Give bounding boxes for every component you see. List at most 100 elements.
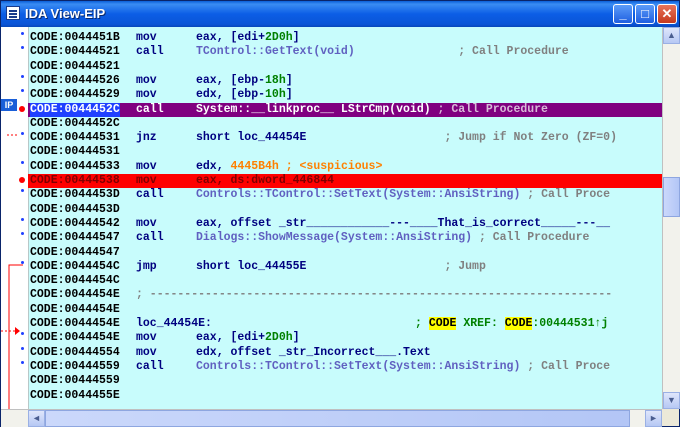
operand-token: TControl::GetText(void) bbox=[196, 45, 355, 59]
code-line[interactable]: CODE:0044454C bbox=[28, 274, 662, 288]
maximize-button[interactable]: □ bbox=[635, 4, 655, 24]
operand-token: short loc_44454E bbox=[196, 131, 307, 145]
operand-token: edx, [ebp- bbox=[196, 88, 266, 102]
code-line[interactable]: CODE:00444531 jnz short loc_44454E ; Jump … bbox=[28, 131, 662, 145]
address: CODE:0044453D bbox=[30, 202, 120, 216]
address: CODE:0044455E bbox=[30, 388, 120, 402]
operand-token: CODE bbox=[504, 317, 533, 330]
code-line[interactable]: CODE:00444554 mov edx, offset _str_Incorre… bbox=[28, 346, 662, 360]
operand-token: edx, offset _str_Incorrect___.Text bbox=[196, 345, 431, 359]
operands: System::__linkproc__ LStrCmp(void) ; Cal… bbox=[196, 103, 548, 117]
operand-token: eax, [edi+ bbox=[196, 331, 266, 345]
operand-token: ; <suspicious> bbox=[278, 159, 383, 173]
address: CODE:0044454E bbox=[30, 331, 120, 345]
instruction-dot-icon[interactable] bbox=[21, 217, 24, 221]
horizontal-scrollbar[interactable]: ◄ ► bbox=[1, 409, 662, 427]
operands: short loc_44454E ; Jump if Not Zero (ZF=… bbox=[196, 131, 617, 145]
operands: eax, [edi+2D0h] bbox=[196, 331, 300, 345]
title-bar[interactable]: IDA View-EIP _ □ ✕ bbox=[1, 1, 679, 27]
mnemonic: mov bbox=[136, 31, 157, 44]
mnemonic: mov bbox=[136, 345, 157, 359]
code-line[interactable]: CODE:0044455E bbox=[28, 389, 662, 403]
disassembly-view[interactable]: IP CODE:0044451B mov eax, [edi+2D0h] CODE:0… bbox=[1, 27, 662, 409]
address: CODE:0044454E bbox=[30, 317, 120, 330]
mnemonic: mov bbox=[136, 159, 157, 173]
breakpoint-dot-icon[interactable] bbox=[19, 177, 25, 183]
code-line[interactable]: CODE:00444521 call TControl::GetText(void)… bbox=[28, 45, 662, 59]
operands: eax, offset _str____________---____That_… bbox=[196, 217, 610, 231]
operand-token: ] bbox=[285, 88, 293, 102]
vertical-scrollbar[interactable]: ▲ ▼ bbox=[662, 27, 680, 409]
operand-token: ; bbox=[208, 317, 429, 330]
horizontal-scroll-thumb[interactable] bbox=[45, 410, 630, 427]
operands: Controls::TControl::SetText(System::Ansi… bbox=[196, 188, 610, 202]
code-line[interactable]: CODE:0044453D call Controls::TControl::Set… bbox=[28, 188, 662, 202]
code-line[interactable]: CODE:0044454E ; -------------------------… bbox=[28, 288, 662, 302]
operand-token: short loc_44455E bbox=[196, 259, 307, 273]
address: CODE:0044451B bbox=[30, 31, 120, 44]
address: CODE:00444531 bbox=[30, 145, 120, 159]
code-line[interactable]: CODE:00444533 mov edx, 4445B4h ; <suspicio… bbox=[28, 160, 662, 174]
code-line[interactable]: CODE:00444559 call Controls::TControl::Set… bbox=[28, 360, 662, 374]
code-line[interactable]: CODE:00444538 mov eax, ds:dword_446844 bbox=[28, 174, 662, 188]
mnemonic: mov bbox=[136, 88, 157, 102]
operand-token: XREF: bbox=[456, 317, 505, 330]
instruction-dot-icon[interactable] bbox=[21, 32, 24, 35]
operands: Dialogs::ShowMessage(System::AnsiString)… bbox=[196, 231, 589, 245]
operands: ; CODE XREF: CODE:00444531↑j bbox=[208, 317, 608, 331]
gutter: IP bbox=[1, 27, 29, 409]
code-line[interactable]: CODE:00444547 call Dialogs::ShowMessage(Sy… bbox=[28, 231, 662, 245]
operand-token: ; Jump if Not Zero (ZF=0) bbox=[306, 131, 617, 145]
scroll-right-icon[interactable]: ► bbox=[645, 410, 662, 427]
mnemonic: mov bbox=[136, 174, 157, 187]
operand-token: ; Call Proce bbox=[520, 188, 611, 202]
address: CODE:00444533 bbox=[30, 159, 120, 173]
mnemonic: call bbox=[136, 45, 164, 59]
operands: short loc_44455E ; Jump bbox=[196, 260, 486, 274]
code-label[interactable]: loc_44454E: bbox=[136, 317, 212, 331]
scroll-up-icon[interactable]: ▲ bbox=[663, 27, 680, 44]
instruction-dot-icon[interactable] bbox=[21, 74, 24, 78]
close-button[interactable]: ✕ bbox=[657, 4, 677, 24]
instruction-dot-icon[interactable] bbox=[21, 360, 24, 364]
code-line[interactable]: CODE:0044451B mov eax, [edi+2D0h] bbox=[28, 31, 662, 45]
scroll-left-icon[interactable]: ◄ bbox=[28, 410, 45, 427]
instruction-dot-icon[interactable] bbox=[21, 160, 24, 164]
vertical-scroll-thumb[interactable] bbox=[663, 177, 680, 217]
instruction-dot-icon[interactable] bbox=[21, 260, 24, 264]
operands: edx, 4445B4h ; <suspicious> bbox=[196, 160, 382, 174]
code-line[interactable]: CODE:00444559 bbox=[28, 374, 662, 388]
code-line[interactable]: CODE:0044454E mov eax, [edi+2D0h] bbox=[28, 331, 662, 345]
minimize-button[interactable]: _ bbox=[613, 4, 633, 24]
code-line[interactable]: CODE:00444521 bbox=[28, 60, 662, 74]
code-line[interactable]: CODE:00444542 mov eax, offset _str________… bbox=[28, 217, 662, 231]
address: CODE:00444526 bbox=[30, 73, 120, 87]
code-line[interactable]: CODE:0044454E bbox=[28, 303, 662, 317]
operands: edx, offset _str_Incorrect___.Text bbox=[196, 346, 431, 360]
operand-token: ; Jump bbox=[306, 259, 486, 273]
code-line[interactable]: CODE:0044452C call System::__linkproc__ LS… bbox=[28, 102, 662, 117]
operand-token: 2D0h bbox=[265, 31, 293, 44]
code-line[interactable]: CODE:0044452C bbox=[28, 117, 662, 131]
code-line[interactable]: CODE:00444529 mov edx, [ebp-10h] bbox=[28, 88, 662, 102]
code-line[interactable]: CODE:0044454E loc_44454E: ; CODE XREF: CO… bbox=[28, 317, 662, 331]
code-line[interactable]: CODE:0044453D bbox=[28, 203, 662, 217]
address: CODE:00444529 bbox=[30, 88, 120, 102]
code-line[interactable]: CODE:00444547 bbox=[28, 246, 662, 260]
operands: ; --------------------------------------… bbox=[136, 288, 612, 302]
instruction-dot-icon[interactable] bbox=[21, 346, 24, 350]
code-line[interactable]: CODE:00444526 mov eax, [ebp-18h] bbox=[28, 74, 662, 88]
address: CODE:0044454E bbox=[30, 288, 120, 302]
address: CODE:00444531 bbox=[30, 131, 120, 145]
operand-token: ] bbox=[292, 31, 300, 44]
scroll-down-icon[interactable]: ▼ bbox=[663, 392, 680, 409]
code-line[interactable]: CODE:0044454C jmp short loc_44455E ; Jump bbox=[28, 260, 662, 274]
operand-token: eax, [ebp- bbox=[196, 73, 266, 87]
code-line[interactable]: CODE:00444531 bbox=[28, 145, 662, 159]
address: CODE:0044454C bbox=[30, 274, 120, 288]
address: CODE:00444542 bbox=[30, 216, 120, 230]
operand-token: ; --------------------------------------… bbox=[136, 288, 613, 302]
jnz-arrowhead bbox=[15, 327, 20, 335]
operand-token: ] bbox=[285, 73, 293, 87]
instruction-dot-icon[interactable] bbox=[19, 105, 25, 112]
